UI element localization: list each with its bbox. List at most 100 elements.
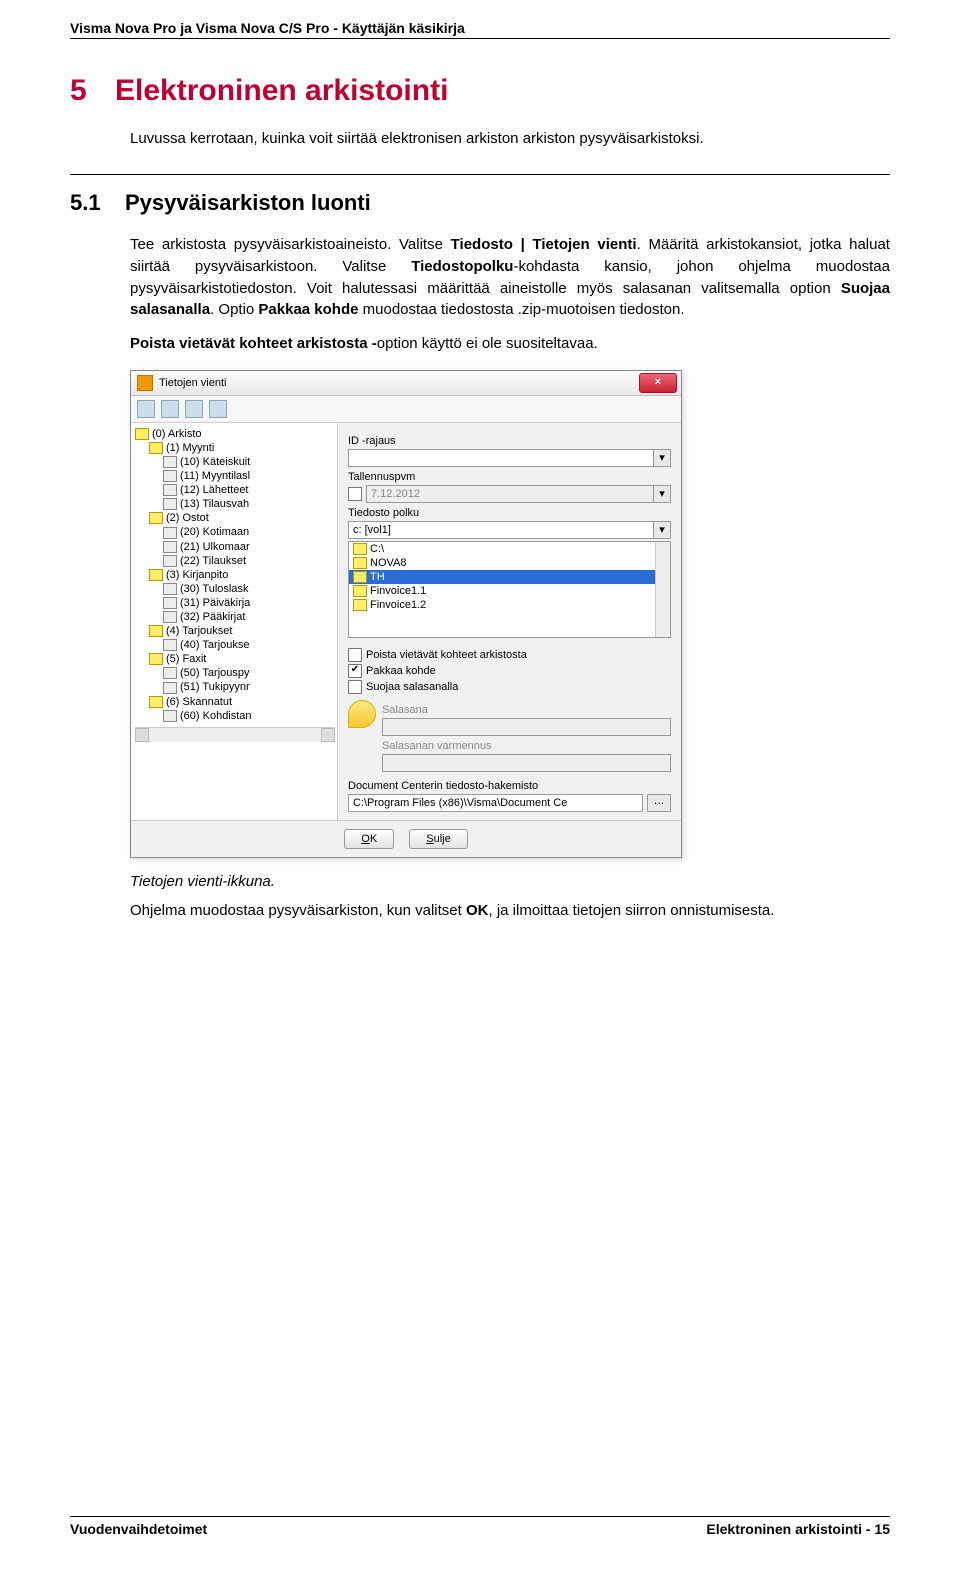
document-icon xyxy=(163,710,177,722)
document-icon xyxy=(163,456,177,468)
dc-path-row: … xyxy=(348,794,671,812)
document-icon xyxy=(163,611,177,623)
h1-text: Elektroninen arkistointi xyxy=(115,74,448,107)
tree-item[interactable]: (1) Myynti xyxy=(135,441,335,455)
app-icon xyxy=(137,375,153,391)
tree-item[interactable]: (50) Tarjouspy xyxy=(135,666,335,680)
tree-item[interactable]: (60) Kohdistan xyxy=(135,709,335,723)
document-icon xyxy=(163,682,177,694)
tree-item[interactable]: (31) Päiväkirja xyxy=(135,596,335,610)
tree-item[interactable]: (6) Skannatut xyxy=(135,695,335,709)
dc-hakemisto-label: Document Centerin tiedosto-hakemisto xyxy=(348,780,671,792)
tree-item[interactable]: (11) Myyntilasl xyxy=(135,469,335,483)
folder-icon xyxy=(149,442,163,454)
dialog-toolbar xyxy=(131,396,681,423)
dialog-titlebar: Tietojen vienti × xyxy=(131,371,681,396)
tree-item[interactable]: (21) Ulkomaar xyxy=(135,540,335,554)
document-icon xyxy=(163,639,177,651)
dialog-title: Tietojen vienti xyxy=(159,377,226,389)
tree-item[interactable]: (5) Faxit xyxy=(135,652,335,666)
document-icon xyxy=(163,597,177,609)
salasana-input xyxy=(382,718,671,736)
checkbox[interactable] xyxy=(348,648,362,662)
folder-icon xyxy=(149,512,163,524)
tree-item[interactable]: (4) Tarjoukset xyxy=(135,624,335,638)
toolbar-icon[interactable] xyxy=(137,400,155,418)
tallennuspvm-checkbox[interactable] xyxy=(348,487,362,501)
document-icon xyxy=(163,541,177,553)
tree-item[interactable]: (12) Lähetteet xyxy=(135,483,335,497)
list-item[interactable]: TH xyxy=(349,570,670,584)
id-rajaus-input[interactable] xyxy=(348,449,654,467)
document-icon xyxy=(163,527,177,539)
tree-item[interactable]: (22) Tilaukset xyxy=(135,554,335,568)
ok-button[interactable]: OK xyxy=(344,829,394,849)
heading-2: 5.1Pysyväisarkiston luonti xyxy=(70,190,890,216)
footer-right: Elektroninen arkistointi - 15 xyxy=(706,1521,890,1537)
page-header: Visma Nova Pro ja Visma Nova C/S Pro - K… xyxy=(70,20,890,39)
toolbar-icon[interactable] xyxy=(209,400,227,418)
folder-icon xyxy=(353,599,367,611)
dc-path-input[interactable] xyxy=(348,794,643,812)
h2-text: Pysyväisarkiston luonti xyxy=(125,190,371,215)
tree-item[interactable]: (40) Tarjoukse xyxy=(135,638,335,652)
chk-suojaa[interactable]: Suojaa salasanalla xyxy=(348,680,671,694)
browse-button[interactable]: … xyxy=(647,794,671,812)
tree-item[interactable]: (3) Kirjanpito xyxy=(135,568,335,582)
folder-icon xyxy=(149,653,163,665)
tree-item[interactable]: (32) Pääkirjat xyxy=(135,610,335,624)
close-button[interactable]: × xyxy=(639,373,677,393)
page-footer: Vuodenvaihdetoimet Elektroninen arkistoi… xyxy=(70,1516,890,1537)
drive-value[interactable]: c: [vol1] xyxy=(348,521,654,539)
folder-icon xyxy=(149,569,163,581)
folder-icon xyxy=(353,571,367,583)
dropdown-icon[interactable]: ▾ xyxy=(654,449,671,467)
folder-icon xyxy=(353,557,367,569)
folder-tree[interactable]: (0) Arkisto(1) Myynti(10) Käteiskuit(11)… xyxy=(131,423,338,820)
tree-item[interactable]: (20) Kotimaan xyxy=(135,525,335,539)
list-item[interactable]: Finvoice1.2 xyxy=(349,598,670,612)
checkbox[interactable]: ✔ xyxy=(348,664,362,678)
folder-listbox[interactable]: C:\NOVA8THFinvoice1.1Finvoice1.2 xyxy=(348,541,671,638)
tree-item[interactable]: (10) Käteiskuit xyxy=(135,455,335,469)
listbox-scrollbar[interactable] xyxy=(655,542,670,637)
paragraph-3: Ohjelma muodostaa pysyväisarkiston, kun … xyxy=(130,900,890,922)
salasana-varmennus-label: Salasanan varmennus xyxy=(382,740,671,752)
dropdown-icon: ▾ xyxy=(654,485,671,503)
document-icon xyxy=(163,555,177,567)
sulje-label: ulje xyxy=(434,833,451,845)
checkbox[interactable] xyxy=(348,680,362,694)
tree-item[interactable]: (51) Tukipyynr xyxy=(135,680,335,694)
tree-item[interactable]: (13) Tilausvah xyxy=(135,497,335,511)
drive-combo[interactable]: c: [vol1] ▾ xyxy=(348,521,671,539)
id-rajaus-field[interactable]: ▾ xyxy=(348,449,671,467)
tree-scrollbar[interactable] xyxy=(135,727,335,742)
folder-icon xyxy=(149,696,163,708)
list-item[interactable]: Finvoice1.1 xyxy=(349,584,670,598)
h2-number: 5.1 xyxy=(70,190,125,216)
toolbar-icon[interactable] xyxy=(185,400,203,418)
list-item[interactable]: NOVA8 xyxy=(349,556,670,570)
heading-1: 5Elektroninen arkistointi xyxy=(70,74,890,108)
id-rajaus-label: ID -rajaus xyxy=(348,435,671,447)
tree-item[interactable]: (0) Arkisto xyxy=(135,427,335,441)
separator xyxy=(70,174,890,175)
chk-pakkaa[interactable]: ✔ Pakkaa kohde xyxy=(348,664,671,678)
list-item[interactable]: C:\ xyxy=(349,542,670,556)
document-icon xyxy=(163,583,177,595)
paragraph-2: Poista vietävät kohteet arkistosta -opti… xyxy=(130,333,890,355)
tallennuspvm-input xyxy=(366,485,654,503)
footer-left: Vuodenvaihdetoimet xyxy=(70,1521,207,1537)
tree-item[interactable]: (30) Tuloslask xyxy=(135,582,335,596)
h1-number: 5 xyxy=(70,74,115,108)
dropdown-icon[interactable]: ▾ xyxy=(654,521,671,539)
toolbar-icon[interactable] xyxy=(161,400,179,418)
folder-icon xyxy=(353,543,367,555)
tallennuspvm-label: Tallennuspvm xyxy=(348,471,671,483)
chk-poista[interactable]: Poista vietävät kohteet arkistosta xyxy=(348,648,671,662)
tree-item[interactable]: (2) Ostot xyxy=(135,511,335,525)
salasana-label: Salasana xyxy=(382,704,671,716)
sulje-button[interactable]: Sulje xyxy=(409,829,467,849)
salasana-varmennus-input xyxy=(382,754,671,772)
folder-icon xyxy=(353,585,367,597)
